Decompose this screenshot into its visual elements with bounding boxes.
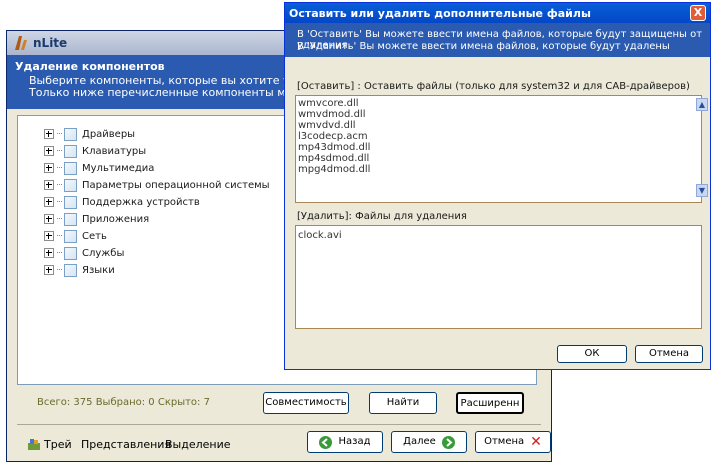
checkbox[interactable] [64, 178, 77, 192]
back-label: Назад [338, 436, 371, 447]
advanced-button[interactable]: Расширенн [456, 392, 524, 414]
expand-icon[interactable] [44, 129, 54, 139]
expand-icon[interactable] [44, 265, 54, 275]
keep-file-line: mp4sdmod.dll [298, 153, 370, 164]
keep-delete-files-dialog: Оставить или удалить дополнительные файл… [284, 2, 711, 370]
keep-file-line: l3codecp.acm [298, 131, 368, 142]
keep-file-line: wmvdvd.dll [298, 120, 356, 131]
main-window-title: nLite [33, 36, 68, 50]
checkbox[interactable] [64, 263, 77, 277]
tree-item-label: Параметры операционной системы [82, 179, 270, 191]
expand-icon[interactable] [44, 231, 54, 241]
status-summary: Всего: 375 Выбрано: 0 Скрыто: 7 [37, 397, 210, 408]
tray-icon [28, 439, 40, 450]
back-button[interactable]: Назад [307, 431, 383, 453]
keep-file-line: wmvdmod.dll [298, 109, 366, 120]
keep-file-line: wmvcore.dll [298, 98, 359, 109]
delete-file-line: clock.avi [298, 230, 342, 241]
keep-file-line: mpg4dmod.dll [298, 164, 371, 175]
tree-item-applications[interactable]: Приложения [44, 211, 149, 227]
expand-icon[interactable] [44, 214, 54, 224]
cancel-button[interactable]: Отмена ✕ [475, 431, 551, 453]
tree-item-os-options[interactable]: Параметры операционной системы [44, 177, 270, 193]
expand-icon[interactable] [44, 163, 54, 173]
expand-icon[interactable] [44, 146, 54, 156]
next-arrow-icon [441, 435, 455, 449]
dialog-titlebar[interactable]: Оставить или удалить дополнительные файл… [285, 3, 710, 23]
expand-icon[interactable] [44, 197, 54, 207]
checkbox[interactable] [64, 195, 77, 209]
delete-label: [Удалить]: Файлы для удаления [297, 211, 467, 222]
checkbox[interactable] [64, 212, 77, 226]
dialog-cancel-button[interactable]: Отмена [635, 345, 703, 363]
checkbox[interactable] [64, 127, 77, 141]
tree-item-label: Сеть [82, 230, 107, 242]
tree-item-hardware-support[interactable]: Поддержка устройств [44, 194, 200, 210]
tree-item-label: Приложения [82, 213, 150, 225]
tray-label: Трей [44, 437, 72, 451]
scroll-down-icon: ▼ [698, 186, 706, 195]
tree-item-drivers[interactable]: Драйверы [44, 126, 135, 142]
tree-item-keyboards[interactable]: Клавиатуры [44, 143, 146, 159]
delete-files-textbox[interactable]: clock.avi [295, 225, 702, 329]
tree-item-multimedia[interactable]: Мультимедиа [44, 160, 154, 176]
scroll-up-icon: ▲ [698, 100, 706, 109]
dialog-description-2: В 'Удалить' Вы можете ввести имена файло… [297, 41, 670, 52]
expand-icon[interactable] [44, 180, 54, 190]
compatibility-button[interactable]: Совместимость [263, 392, 349, 414]
next-label: Далее [403, 436, 436, 447]
expand-icon[interactable] [44, 248, 54, 258]
cancel-label: Отмена [484, 436, 525, 447]
tray-button[interactable]: Трей [27, 437, 72, 451]
views-link[interactable]: Представления [81, 438, 171, 451]
next-button[interactable]: Далее [391, 431, 467, 453]
page-title: Удаление компонентов [15, 60, 165, 73]
scroll-up-button[interactable]: ▲ [696, 98, 708, 111]
tree-item-label: Клавиатуры [82, 145, 147, 157]
close-button[interactable]: X [690, 5, 706, 21]
tree-item-label: Мультимедиа [82, 162, 155, 174]
tree-item-label: Поддержка устройств [82, 196, 200, 208]
tree-item-network[interactable]: Сеть [44, 228, 107, 244]
keep-file-line: mp43dmod.dll [298, 142, 371, 153]
scroll-down-button[interactable]: ▼ [696, 184, 708, 197]
ok-button[interactable]: ОК [557, 345, 627, 363]
cancel-x-icon: ✕ [530, 434, 542, 450]
nlite-logo-icon [15, 36, 27, 50]
tree-item-label: Службы [82, 247, 125, 259]
checkbox[interactable] [64, 229, 77, 243]
close-icon: X [693, 6, 703, 19]
back-arrow-icon [319, 435, 333, 449]
dialog-header: В 'Оставить' Вы можете ввести имена файл… [285, 23, 710, 57]
keep-files-textbox[interactable]: wmvcore.dll wmvdmod.dll wmvdvd.dll l3cod… [295, 95, 708, 203]
checkbox[interactable] [64, 246, 77, 260]
tree-item-label: Языки [82, 264, 115, 276]
dialog-title: Оставить или удалить дополнительные файл… [289, 7, 591, 20]
checkbox[interactable] [64, 161, 77, 175]
tree-item-label: Драйверы [82, 128, 136, 140]
keep-label: [Оставить] : Оставить файлы (только для … [297, 81, 690, 92]
find-button[interactable]: Найти [369, 392, 437, 414]
tree-item-languages[interactable]: Языки [44, 262, 115, 278]
selection-link[interactable]: Выделение [165, 438, 231, 451]
checkbox[interactable] [64, 144, 77, 158]
tree-item-services[interactable]: Службы [44, 245, 124, 261]
separator [17, 424, 541, 425]
